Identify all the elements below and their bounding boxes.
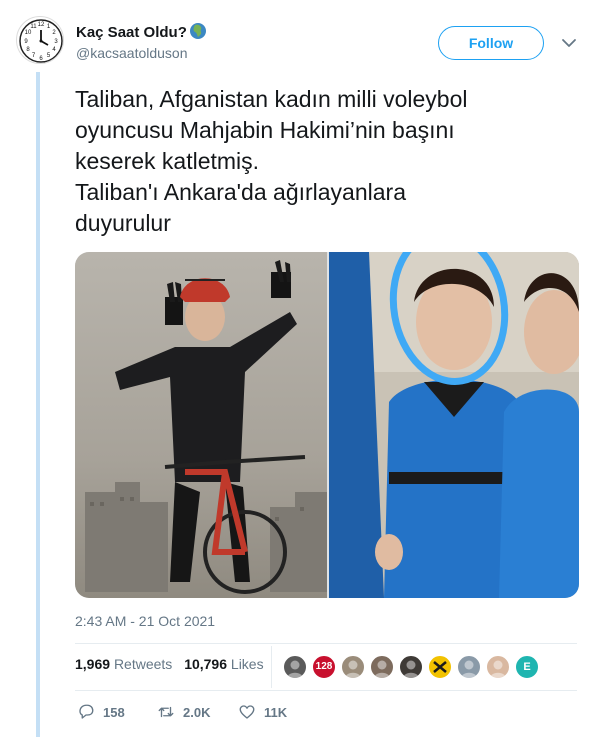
heart-icon <box>239 705 255 719</box>
reply-count: 158 <box>103 704 125 720</box>
tweet-text: Taliban, Afganistan kadın milli voleybol… <box>75 86 468 236</box>
like-button[interactable]: 11K <box>238 702 287 722</box>
liker-avatar-label: E <box>523 661 531 673</box>
stats-separator <box>271 646 272 688</box>
person-icon <box>490 660 506 678</box>
reply-icon <box>79 704 94 719</box>
tweet-header: 12 1 2 345 678 9 10 11 Kaç Saat Oldu? @kacsa… <box>16 14 591 70</box>
follow-button[interactable]: Follow <box>438 26 544 60</box>
tweet-timestamp[interactable]: 2:43 AM - 21 Oct 2021 <box>75 613 215 629</box>
retweets-label: Retweets <box>113 656 173 672</box>
person-icon <box>345 660 361 678</box>
divider-bottom <box>75 690 577 691</box>
globe-africa-icon <box>189 23 206 39</box>
author-name[interactable]: Kaç Saat Oldu? <box>76 22 207 41</box>
liker-avatar[interactable] <box>485 654 511 680</box>
author-avatar[interactable]: 12 1 2 345 678 9 10 11 <box>16 16 64 64</box>
author-handle[interactable]: @kacsaatolduson <box>76 45 188 61</box>
thread-connector-line <box>36 72 40 737</box>
reply-button[interactable]: 158 <box>77 702 125 722</box>
liker-avatar[interactable]: E <box>514 654 540 680</box>
person-icon <box>461 660 477 678</box>
chevron-down-icon[interactable] <box>560 34 578 52</box>
liker-avatar[interactable] <box>340 654 366 680</box>
divider-top <box>75 643 577 644</box>
author-name-text: Kaç Saat Oldu? <box>76 24 187 41</box>
tweet-media[interactable] <box>75 252 579 598</box>
svg-text:10: 10 <box>25 30 32 36</box>
clock-icon: 12 12 345 678 91011 <box>19 19 63 63</box>
retweet-icon <box>158 706 174 718</box>
tweet-actions: 158 2.0K 11K <box>75 702 575 722</box>
liker-avatar[interactable] <box>456 654 482 680</box>
retweet-button[interactable]: 2.0K <box>157 702 210 722</box>
likes-stat[interactable]: 10,796 Likes <box>184 656 263 672</box>
liker-avatar[interactable] <box>427 654 453 680</box>
retweets-count: 1,969 <box>75 656 111 672</box>
person-icon <box>287 660 303 678</box>
liker-avatar[interactable] <box>398 654 424 680</box>
person-icon <box>403 660 419 678</box>
like-count: 11K <box>264 704 288 720</box>
retweet-count: 2.0K <box>183 704 211 720</box>
cyclist-photo[interactable] <box>75 252 327 598</box>
liker-avatar[interactable] <box>282 654 308 680</box>
club-logo-icon <box>430 657 450 677</box>
liker-avatar[interactable] <box>369 654 395 680</box>
retweets-stat[interactable]: 1,969 Retweets <box>75 656 172 672</box>
liker-avatar[interactable]: 128 <box>311 654 337 680</box>
liker-avatar-label: 128 <box>315 661 333 672</box>
likes-label: Likes <box>230 656 264 672</box>
volleyball-team-photo[interactable] <box>329 252 579 598</box>
svg-text:11: 11 <box>30 24 37 30</box>
person-icon <box>374 660 390 678</box>
svg-text:12: 12 <box>38 22 45 28</box>
likes-count: 10,796 <box>184 656 228 672</box>
